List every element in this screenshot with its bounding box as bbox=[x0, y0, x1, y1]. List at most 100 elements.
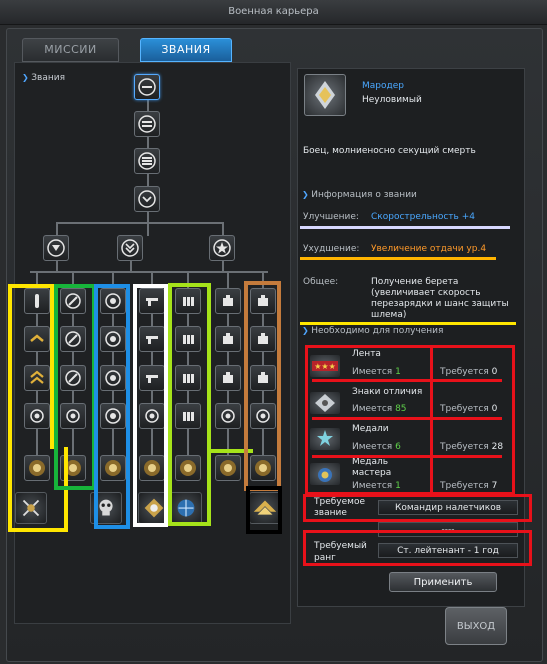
circle-star-icon bbox=[213, 239, 231, 257]
rank-node-col7-3[interactable] bbox=[250, 365, 276, 391]
rank-node-col7-1[interactable] bbox=[250, 288, 276, 314]
exit-button[interactable]: ВЫХОД bbox=[445, 607, 507, 645]
badge-icon bbox=[65, 460, 81, 476]
annotation-required-title-box bbox=[303, 494, 532, 522]
rank-node-col6-1[interactable] bbox=[215, 288, 241, 314]
rank-node-col6-5[interactable] bbox=[215, 455, 241, 481]
rank-node-col6-2[interactable] bbox=[215, 326, 241, 352]
ammo-icon bbox=[183, 297, 194, 306]
gold-wings-icon bbox=[253, 500, 277, 515]
rank-node-col1-2[interactable] bbox=[24, 326, 50, 352]
box-icon bbox=[223, 372, 233, 383]
circle-chevron-icon bbox=[138, 190, 156, 208]
rank-node-col5-3[interactable] bbox=[175, 365, 201, 391]
rank-node-col3-5[interactable] bbox=[100, 455, 126, 481]
badge-icon bbox=[220, 460, 236, 476]
gun-icon bbox=[146, 298, 158, 306]
ammo-icon bbox=[183, 374, 194, 383]
tab-missions[interactable]: МИССИИ bbox=[22, 38, 119, 62]
bullet-icon bbox=[35, 294, 39, 308]
rank-node-branch-b[interactable] bbox=[117, 235, 143, 261]
slash-icon bbox=[65, 293, 81, 309]
skull-badge-icon bbox=[99, 499, 113, 516]
rank-node-col4-1[interactable] bbox=[139, 288, 165, 314]
rank-node-col1-4[interactable] bbox=[24, 403, 50, 429]
eagle-badge-icon bbox=[144, 498, 164, 518]
apply-button[interactable]: Применить bbox=[389, 572, 497, 592]
rank-node-col5-1[interactable] bbox=[175, 288, 201, 314]
rank-node-col2-1[interactable] bbox=[60, 288, 86, 314]
tab-ranks[interactable]: ЗВАНИЯ bbox=[140, 38, 232, 62]
circle-minus-icon bbox=[138, 78, 156, 96]
target-icon bbox=[105, 370, 121, 386]
dot-icon bbox=[145, 409, 159, 423]
general-value: Получение берета (увеличивает скорость п… bbox=[371, 277, 509, 320]
rank-node-col2-4[interactable] bbox=[60, 403, 86, 429]
rank-node-col5-2[interactable] bbox=[175, 326, 201, 352]
target-icon bbox=[105, 293, 121, 309]
worsening-label: Ухудшение: bbox=[303, 244, 360, 254]
tree-connector bbox=[56, 261, 58, 273]
globe-badge-icon bbox=[177, 499, 195, 517]
rank-node-2[interactable] bbox=[134, 111, 160, 137]
ammo-icon bbox=[183, 335, 194, 344]
final-rank-icon-5[interactable] bbox=[249, 492, 281, 524]
dot-icon bbox=[30, 409, 44, 423]
gun-icon bbox=[146, 336, 158, 344]
rank-node-col4-5[interactable] bbox=[139, 455, 165, 481]
rank-node-4[interactable] bbox=[134, 186, 160, 212]
box-icon bbox=[223, 333, 233, 344]
rank-node-col3-4[interactable] bbox=[100, 403, 126, 429]
box-icon bbox=[258, 295, 268, 306]
tree-connector bbox=[222, 222, 224, 236]
ammo-icon bbox=[183, 412, 194, 421]
target-icon bbox=[105, 408, 121, 424]
rank-node-col7-4[interactable] bbox=[250, 403, 276, 429]
annotation-requirements-box bbox=[305, 345, 515, 495]
tree-connector bbox=[56, 222, 224, 224]
rank-node-col5-5[interactable] bbox=[175, 455, 201, 481]
rank-node-col2-3[interactable] bbox=[60, 365, 86, 391]
rank-node-col4-2[interactable] bbox=[139, 326, 165, 352]
crossed-swords-icon bbox=[22, 499, 40, 517]
box-icon bbox=[223, 295, 233, 306]
rank-node-col7-2[interactable] bbox=[250, 326, 276, 352]
rank-node-col6-3[interactable] bbox=[215, 365, 241, 391]
rank-description: Боец, молниеносно секущий смерть bbox=[303, 146, 476, 156]
window-title: Военная карьера bbox=[228, 6, 319, 17]
window-titlebar: Военная карьера bbox=[0, 0, 547, 25]
annotation-required-rank-box bbox=[303, 530, 532, 566]
box-icon bbox=[258, 333, 268, 344]
rank-node-col4-4[interactable] bbox=[139, 403, 165, 429]
rank-node-3[interactable] bbox=[134, 148, 160, 174]
chev-icon bbox=[30, 334, 44, 342]
rank-node-col2-5[interactable] bbox=[60, 455, 86, 481]
chevron-right-icon: ❯ bbox=[22, 73, 32, 82]
rank-node-col7-5[interactable] bbox=[250, 455, 276, 481]
final-rank-icon-1[interactable] bbox=[15, 492, 47, 524]
chev2-icon bbox=[30, 370, 44, 384]
final-rank-icon-2[interactable] bbox=[90, 492, 122, 524]
badge-icon bbox=[29, 460, 45, 476]
rank-node-col3-3[interactable] bbox=[100, 365, 126, 391]
rank-node-col1-1[interactable] bbox=[24, 288, 50, 314]
rank-node-col1-5[interactable] bbox=[24, 455, 50, 481]
rank-node-col5-4[interactable] bbox=[175, 403, 201, 429]
rank-node-col1-3[interactable] bbox=[24, 365, 50, 391]
circle-arrow-icon bbox=[47, 239, 65, 257]
dot-icon bbox=[256, 409, 270, 423]
worsening-value: Увеличение отдачи ур.4 bbox=[371, 244, 487, 254]
rank-node-col3-2[interactable] bbox=[100, 326, 126, 352]
rank-node-col4-3[interactable] bbox=[139, 365, 165, 391]
rank-node-col6-4[interactable] bbox=[215, 403, 241, 429]
rank-node-col2-2[interactable] bbox=[60, 326, 86, 352]
rank-node-col3-1[interactable] bbox=[100, 288, 126, 314]
rank-node-branch-a[interactable] bbox=[43, 235, 69, 261]
rank-node-branch-c[interactable] bbox=[209, 235, 235, 261]
rank-emblem-icon bbox=[304, 74, 346, 116]
tree-connector bbox=[30, 271, 268, 273]
chevron-right-icon: ❯ bbox=[302, 190, 312, 199]
rank-node-1[interactable] bbox=[134, 74, 160, 100]
final-rank-icon-4[interactable] bbox=[170, 492, 202, 524]
final-rank-icon-3[interactable] bbox=[138, 492, 170, 524]
